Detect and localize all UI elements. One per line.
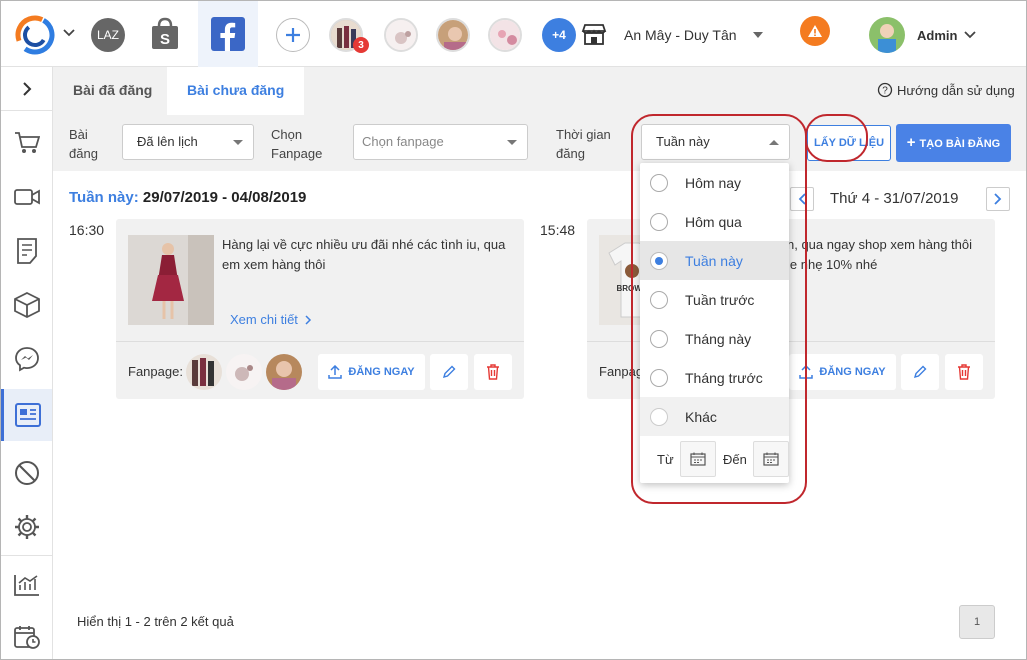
box-icon <box>13 292 40 318</box>
delete-button[interactable] <box>945 354 983 390</box>
video-icon <box>13 189 40 205</box>
pencil-icon <box>442 365 456 379</box>
sidebar-item-reports[interactable] <box>1 559 52 611</box>
day-label: Thứ 4 - 31/07/2019 <box>830 190 959 207</box>
chevron-right-icon <box>305 314 311 325</box>
fanpage-label: Chọn Fanpage <box>271 127 323 161</box>
sidebar-divider <box>1 555 52 556</box>
help-icon: ? <box>877 82 893 98</box>
annotation-highlight-fetch-button <box>805 114 868 162</box>
annotation-highlight-dropdown <box>631 114 807 504</box>
delete-button[interactable] <box>474 354 512 390</box>
svg-text:?: ? <box>882 86 888 97</box>
sidebar-item-history[interactable] <box>1 611 52 660</box>
sidebar-item-settings[interactable] <box>1 501 52 553</box>
block-icon <box>14 461 39 485</box>
post-now-button[interactable]: ĐĂNG NGAY <box>318 354 425 390</box>
top-bar: LAZ S 3 +4 An Mây - Duy Tân Admin <box>1 1 1026 67</box>
help-link-label: Hướng dẫn sử dụng <box>897 82 1015 98</box>
newsfeed-icon <box>15 403 41 427</box>
chart-icon <box>13 575 39 596</box>
pencil-icon <box>913 365 927 379</box>
gear-icon <box>14 515 39 539</box>
page-button[interactable]: 1 <box>959 605 995 639</box>
caret-down-icon <box>233 140 243 145</box>
facebook-channel-tab[interactable] <box>198 1 258 67</box>
page-avatar[interactable] <box>384 18 418 52</box>
sidebar-item-messenger[interactable] <box>1 333 52 385</box>
user-name[interactable]: Admin <box>917 28 957 43</box>
tab-posted[interactable]: Bài đã đăng <box>53 67 172 115</box>
sidebar-item-video[interactable] <box>1 171 52 223</box>
time-label: Thời gian đăng <box>556 127 611 161</box>
sidebar-expand-icon[interactable] <box>1 67 52 111</box>
sidebar <box>1 67 53 659</box>
upload-icon <box>328 365 343 379</box>
page-avatar[interactable] <box>488 18 522 52</box>
add-page-button[interactable] <box>276 18 310 52</box>
post-content: n, qua ngay shop xem hàng thôi le nhẹ 10… <box>787 237 973 272</box>
fanpage-label: Fanpage: <box>128 364 183 379</box>
chevron-down-icon[interactable] <box>63 29 75 37</box>
edit-button[interactable] <box>901 354 939 390</box>
page-avatar[interactable] <box>436 18 470 52</box>
cart-icon <box>14 132 40 153</box>
messenger-icon <box>14 347 39 372</box>
caret-down-icon <box>507 140 517 145</box>
sidebar-item-products[interactable] <box>1 279 52 331</box>
svg-text:S: S <box>160 31 170 48</box>
trash-icon <box>958 364 970 380</box>
fanpage-select[interactable]: Chọn fanpage <box>353 124 528 160</box>
shopee-channel-icon[interactable]: S <box>149 17 181 51</box>
status-select[interactable]: Đã lên lịch <box>122 124 254 160</box>
chevron-right-icon <box>994 193 1002 205</box>
user-menu-chevron-icon[interactable] <box>964 31 976 39</box>
sidebar-item-blocked[interactable] <box>1 447 52 499</box>
edit-button[interactable] <box>430 354 468 390</box>
facebook-icon <box>211 17 245 51</box>
trash-icon <box>487 364 499 380</box>
post-card: Hàng lại về cực nhiều ưu đãi nhé các tìn… <box>116 219 524 399</box>
post-content: Hàng lại về cực nhiều ưu đãi nhé các tìn… <box>222 237 506 272</box>
tab-unposted[interactable]: Bài chưa đăng <box>167 67 305 116</box>
week-range-title: Tuần này: 29/07/2019 - 04/08/2019 <box>69 189 307 206</box>
results-summary: Hiển thị 1 - 2 trên 2 kết quả <box>77 614 234 629</box>
lazada-channel-icon[interactable]: LAZ <box>91 18 125 52</box>
filter-bar: Bài đăng Đã lên lịch Chọn Fanpage Chọn f… <box>53 115 1026 171</box>
fanpage-avatar[interactable] <box>186 354 222 390</box>
calendar-clock-icon <box>13 626 40 649</box>
fanpage-avatar[interactable] <box>226 354 262 390</box>
tabs-bar: Bài đã đăng Bài chưa đăng ? Hướng dẫn sử… <box>53 67 1026 116</box>
status-label: Bài đăng <box>69 127 98 161</box>
create-post-button[interactable]: + TẠO BÀI ĐĂNG <box>896 124 1011 162</box>
next-day-button[interactable] <box>986 187 1010 211</box>
sidebar-item-posts[interactable] <box>1 225 52 277</box>
post-image[interactable] <box>128 235 214 325</box>
more-pages-button[interactable]: +4 <box>542 18 576 52</box>
app-logo[interactable] <box>15 15 59 55</box>
store-caret-icon[interactable] <box>753 32 763 38</box>
post-time: 16:30 <box>69 222 105 238</box>
view-detail-link[interactable]: Xem chi tiết <box>230 312 312 327</box>
sidebar-item-cart[interactable] <box>1 117 52 169</box>
store-icon <box>581 23 607 45</box>
store-selector[interactable]: An Mây - Duy Tân <box>624 27 737 43</box>
sidebar-item-schedule[interactable] <box>1 389 52 441</box>
user-avatar[interactable] <box>869 17 905 53</box>
post-time: 15:48 <box>540 222 576 238</box>
plus-icon: + <box>906 134 916 151</box>
help-link[interactable]: ? Hướng dẫn sử dụng <box>877 82 1015 98</box>
document-icon <box>16 238 37 264</box>
warning-icon[interactable] <box>800 16 830 46</box>
notification-badge: 3 <box>353 37 369 53</box>
fanpage-avatar[interactable] <box>266 354 302 390</box>
card-divider <box>116 341 524 342</box>
